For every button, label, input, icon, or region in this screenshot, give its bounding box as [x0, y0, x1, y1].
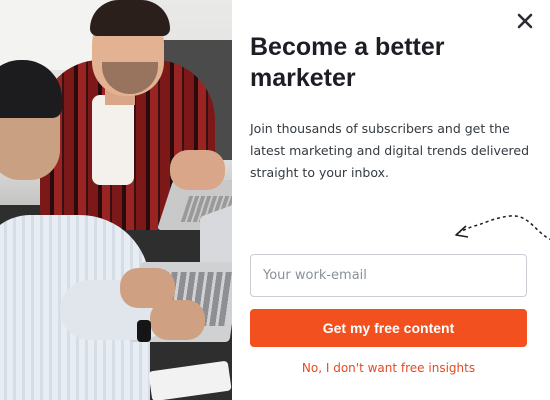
close-icon — [517, 13, 533, 29]
close-button[interactable] — [514, 10, 536, 32]
get-free-content-button[interactable]: Get my free content — [250, 309, 527, 347]
photo-watch — [137, 320, 151, 342]
photo-person-front-hand-right — [150, 300, 205, 340]
hero-photo — [0, 0, 232, 400]
photo-person-back-hand — [170, 150, 225, 190]
dashed-arrow-icon — [455, 215, 550, 240]
modal-description: Join thousands of subscribers and get th… — [250, 121, 530, 180]
photo-person-back-tshirt — [92, 95, 134, 185]
decline-link[interactable]: No, I don't want free insights — [250, 361, 527, 375]
email-input[interactable] — [250, 254, 527, 297]
signup-panel: Become a better marketer Join thousands … — [232, 0, 550, 400]
modal-title: Become a better marketer — [250, 33, 445, 92]
photo-person-back-hair — [90, 0, 170, 36]
